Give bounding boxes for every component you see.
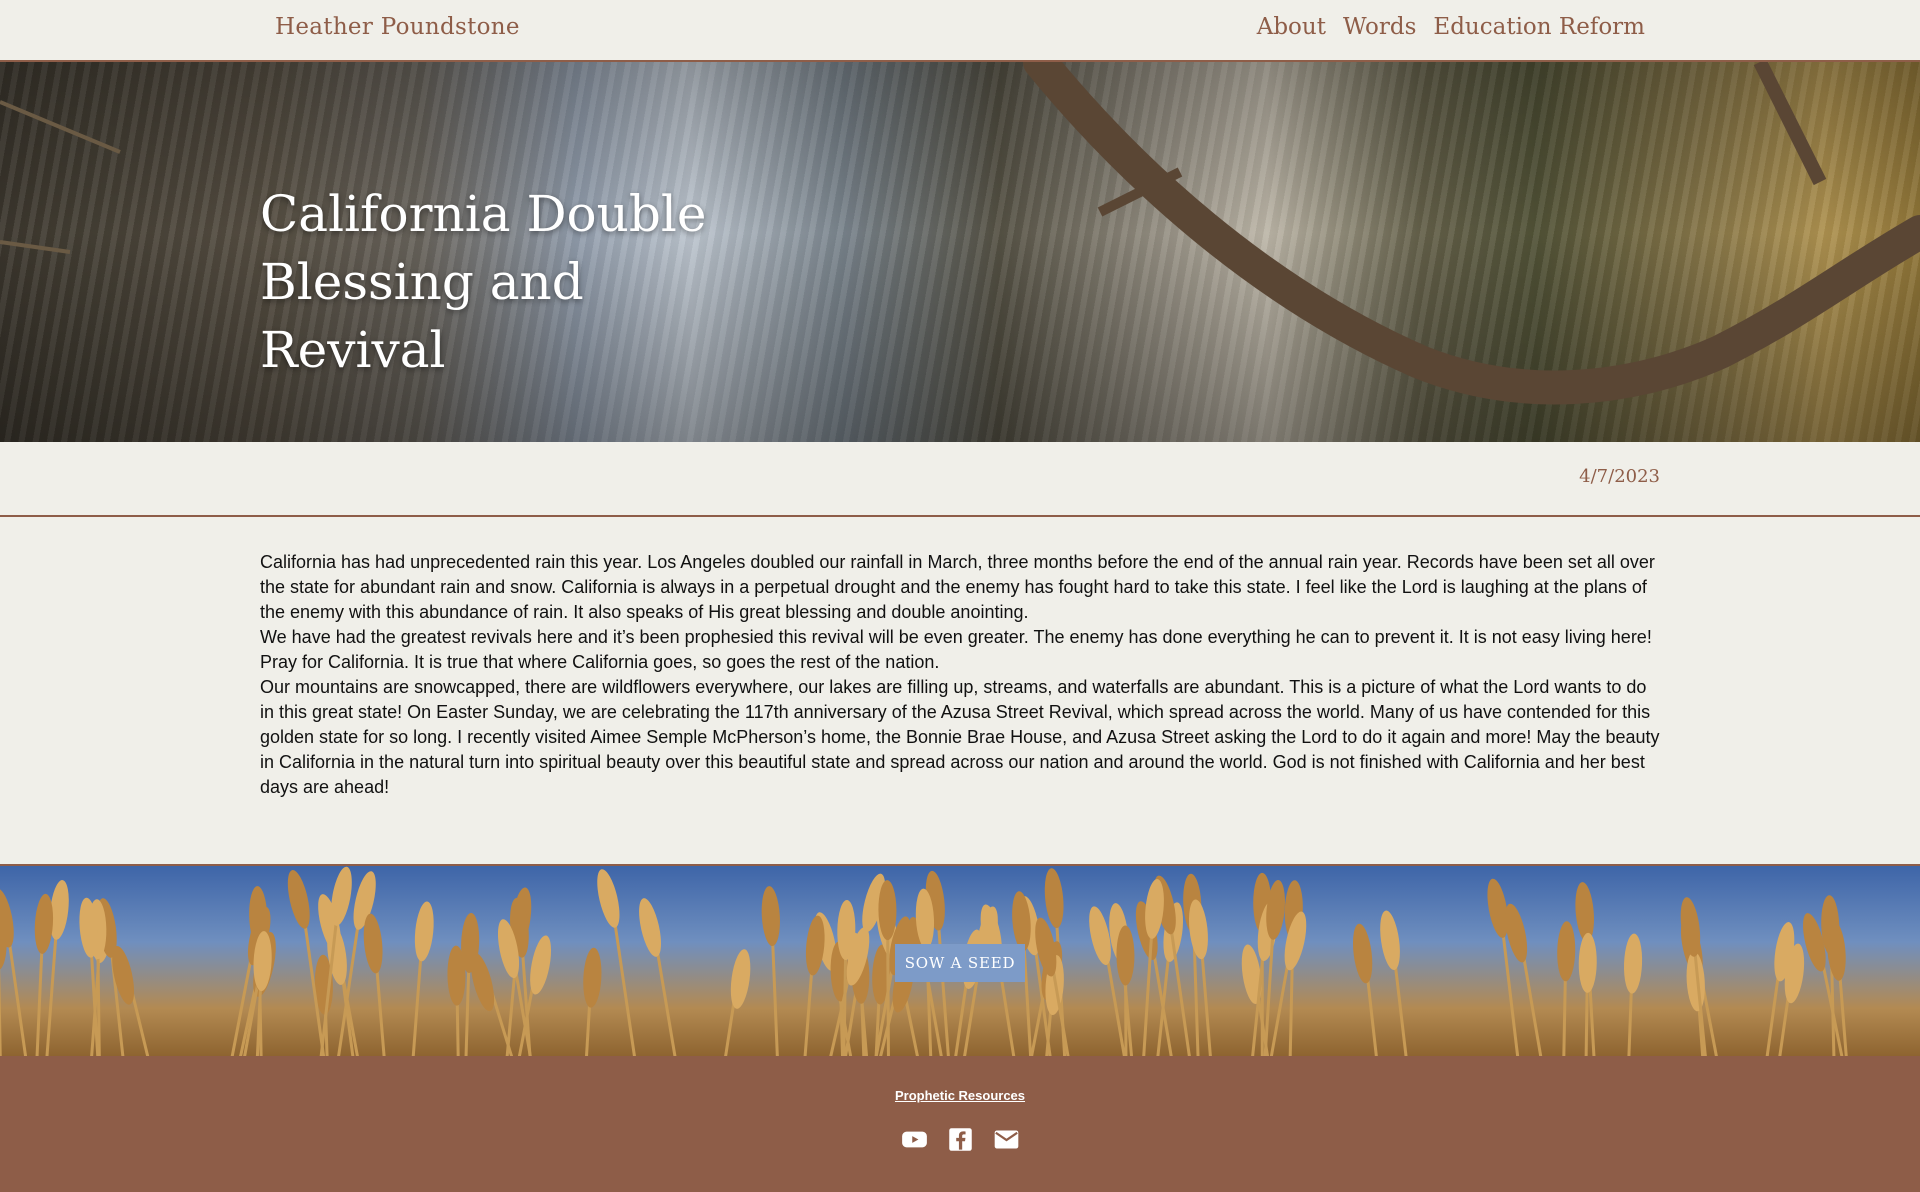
prophetic-resources-link[interactable]: Prophetic Resources — [0, 1088, 1920, 1103]
email-icon[interactable] — [993, 1126, 1020, 1153]
facebook-icon[interactable] — [947, 1126, 974, 1153]
post-date: 4/7/2023 — [1579, 466, 1660, 487]
nav-about[interactable]: About — [1257, 14, 1326, 40]
sow-a-seed-button[interactable]: SOW A SEED — [895, 944, 1025, 982]
main-nav: About Words Education Reform — [1257, 14, 1645, 40]
nav-words[interactable]: Words — [1343, 14, 1416, 40]
youtube-icon[interactable] — [901, 1126, 928, 1153]
post-title: California Double Blessing and Revival — [260, 185, 707, 379]
wheat-banner: SOW A SEED — [0, 864, 1920, 1056]
article-paragraph: Our mountains are snowcapped, there are … — [260, 677, 1660, 797]
article-paragraph: We have had the greatest revivals here a… — [260, 627, 1652, 672]
social-links — [0, 1126, 1920, 1153]
site-footer: Prophetic Resources — [0, 1056, 1920, 1192]
hero-banner: California Double Blessing and Revival — [0, 62, 1920, 442]
site-brand-link[interactable]: Heather Poundstone — [275, 14, 520, 40]
article-paragraph: California has had unprecedented rain th… — [260, 552, 1655, 622]
post-meta: 4/7/2023 — [0, 442, 1920, 517]
site-header: Heather Poundstone About Words Education… — [0, 0, 1920, 62]
post-body: California has had unprecedented rain th… — [260, 550, 1660, 800]
nav-education-reform[interactable]: Education Reform — [1433, 14, 1645, 40]
